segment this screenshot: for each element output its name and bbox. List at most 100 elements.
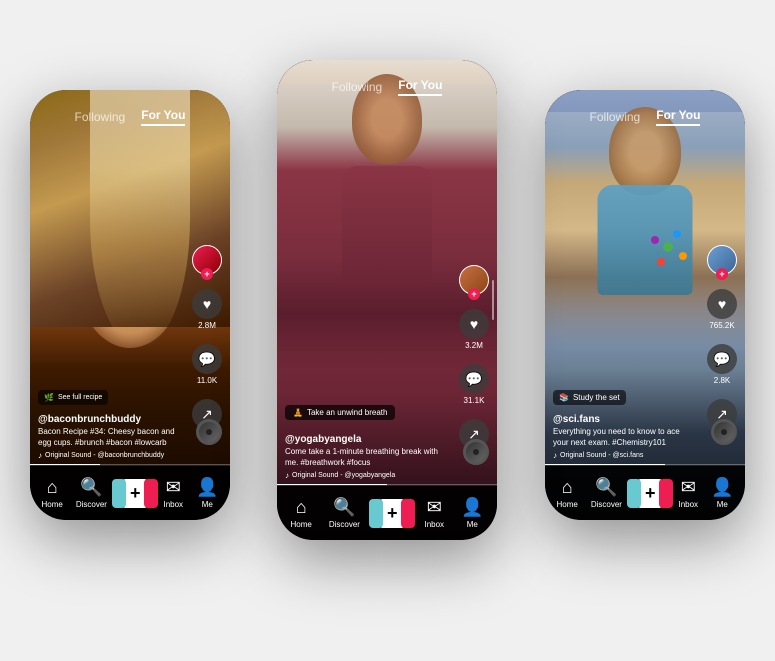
right-foryou-tab[interactable]: For You [656, 108, 700, 126]
center-banner-icon: 🧘 [293, 408, 303, 417]
right-like-item[interactable]: ♥ 765.2K [707, 289, 737, 330]
center-nav-inbox[interactable]: ✉ Inbox [424, 497, 444, 529]
right-banner[interactable]: 📚 Study the set [553, 390, 626, 405]
phone-left-content: @baconbrunchbuddy Bacon Recipe #34: Chee… [38, 414, 180, 460]
center-comment-item[interactable]: 💬 31.1K [459, 364, 489, 405]
right-like-icon: ♥ [707, 289, 737, 319]
left-like-count: 2.8M [198, 321, 216, 330]
center-description: Come take a 1-minute breathing break wit… [285, 447, 447, 468]
center-music-icon: ♪ [285, 471, 289, 480]
right-inbox-icon: ✉ [681, 477, 696, 498]
left-inbox-label: Inbox [163, 500, 183, 509]
right-banner-icon: 📚 [559, 393, 569, 402]
left-sound-text: Original Sound - @baconbrunchbuddy [45, 452, 164, 459]
center-avatar: + [459, 265, 489, 295]
center-nav-me[interactable]: 👤 Me [461, 497, 483, 529]
left-nav-inbox[interactable]: ✉ Inbox [163, 477, 183, 509]
right-banner-text: Study the set [573, 393, 620, 402]
center-add-button[interactable]: + [377, 499, 408, 528]
right-home-icon: ⌂ [562, 477, 573, 498]
center-like-item[interactable]: ♥ 3.2M [459, 309, 489, 350]
right-nav-discover[interactable]: 🔍 Discover [591, 477, 622, 509]
left-disc [196, 419, 222, 445]
phone-left-nav: Following For You [30, 108, 230, 126]
left-like-icon: ♥ [192, 289, 222, 319]
right-sound: ♪ Original Sound - @sci.fans [553, 451, 695, 460]
right-following-tab[interactable]: Following [590, 110, 641, 124]
left-me-label: Me [202, 500, 213, 509]
left-comment-count: 11.0K [197, 376, 217, 385]
left-avatar: + [192, 245, 222, 275]
left-me-icon: 👤 [196, 477, 218, 498]
phone-left-actions: + ♥ 2.8M 💬 11.0K ↗ 76.1K [192, 245, 222, 440]
left-avatar-item[interactable]: + [192, 245, 222, 275]
right-nav-home[interactable]: ⌂ Home [557, 477, 578, 509]
center-following-tab[interactable]: Following [332, 80, 383, 94]
phone-center-actions: + ♥ 3.2M 💬 31.1K ↗ 3.9K [459, 265, 489, 460]
phone-left: Following For You + ♥ 2.8M 💬 11.0K [30, 90, 230, 520]
left-foryou-tab[interactable]: For You [141, 108, 185, 126]
center-comment-icon: 💬 [459, 364, 489, 394]
phone-right-screen: Following For You + ♥ 765.2K 💬 2.8K [545, 90, 745, 520]
center-sound-text: Original Sound - @yogabyangela [292, 472, 395, 479]
center-nav-discover[interactable]: 🔍 Discover [329, 497, 360, 529]
center-scroll-indicator [492, 280, 494, 320]
left-nav-discover[interactable]: 🔍 Discover [76, 477, 107, 509]
right-nav-me[interactable]: 👤 Me [711, 477, 733, 509]
center-foryou-tab[interactable]: For You [398, 78, 442, 96]
left-discover-icon: 🔍 [80, 477, 102, 498]
right-like-count: 765.2K [709, 321, 734, 330]
molecule-3 [651, 236, 659, 244]
left-sound: ♪ Original Sound - @baconbrunchbuddy [38, 451, 180, 460]
molecule-2 [679, 252, 687, 260]
right-avatar-item[interactable]: + [707, 245, 737, 275]
phones-container: Following For You + ♥ 2.8M 💬 11.0K [0, 0, 775, 661]
center-nav-home[interactable]: ⌂ Home [291, 497, 312, 529]
molecule-1 [673, 230, 681, 238]
left-nav-home[interactable]: ⌂ Home [42, 477, 63, 509]
right-add-icon: + [645, 483, 656, 504]
left-banner[interactable]: 🌿 See full recipe [38, 390, 108, 405]
center-username[interactable]: @yogabyangela [285, 434, 447, 445]
right-comment-icon: 💬 [707, 344, 737, 374]
center-sound: ♪ Original Sound - @yogabyangela [285, 471, 447, 480]
right-username[interactable]: @sci.fans [553, 414, 695, 425]
left-username[interactable]: @baconbrunchbuddy [38, 414, 180, 425]
left-home-icon: ⌂ [47, 477, 58, 498]
left-home-label: Home [42, 500, 63, 509]
center-home-label: Home [291, 520, 312, 529]
left-music-icon: ♪ [38, 451, 42, 460]
yoga-torso [342, 166, 432, 286]
right-comment-item[interactable]: 💬 2.8K [707, 344, 737, 385]
right-follow-badge: + [716, 268, 728, 280]
center-like-count: 3.2M [465, 341, 483, 350]
center-banner[interactable]: 🧘 Take an unwind breath [285, 405, 395, 420]
left-nav-me[interactable]: 👤 Me [196, 477, 218, 509]
right-me-icon: 👤 [711, 477, 733, 498]
center-like-icon: ♥ [459, 309, 489, 339]
left-description: Bacon Recipe #34: Cheesy bacon and egg c… [38, 427, 180, 448]
right-add-button[interactable]: + [635, 479, 666, 508]
center-home-icon: ⌂ [296, 497, 307, 518]
right-discover-icon: 🔍 [595, 477, 617, 498]
left-like-item[interactable]: ♥ 2.8M [192, 289, 222, 330]
left-add-button[interactable]: + [120, 479, 151, 508]
phone-center-nav: Following For You [277, 78, 497, 96]
left-following-tab[interactable]: Following [75, 110, 126, 124]
left-discover-label: Discover [76, 500, 107, 509]
left-comment-item[interactable]: 💬 11.0K [192, 344, 222, 385]
center-comment-count: 31.1K [464, 396, 485, 405]
right-description: Everything you need to know to ace your … [553, 427, 695, 448]
phone-center-content: @yogabyangela Come take a 1-minute breat… [285, 434, 447, 480]
right-nav-inbox[interactable]: ✉ Inbox [678, 477, 698, 509]
molecule-center [663, 242, 673, 252]
left-banner-text: See full recipe [58, 394, 102, 401]
phone-right-bottom: ⌂ Home 🔍 Discover + ✉ Inbox 👤 Me [545, 465, 745, 520]
right-comment-count: 2.8K [714, 376, 730, 385]
center-avatar-item[interactable]: + [459, 265, 489, 295]
right-disc [711, 419, 737, 445]
phone-left-screen: Following For You + ♥ 2.8M 💬 11.0K [30, 90, 230, 520]
phone-left-bottom: ⌂ Home 🔍 Discover + ✉ Inbox 👤 Me [30, 465, 230, 520]
right-avatar: + [707, 245, 737, 275]
center-inbox-label: Inbox [424, 520, 444, 529]
